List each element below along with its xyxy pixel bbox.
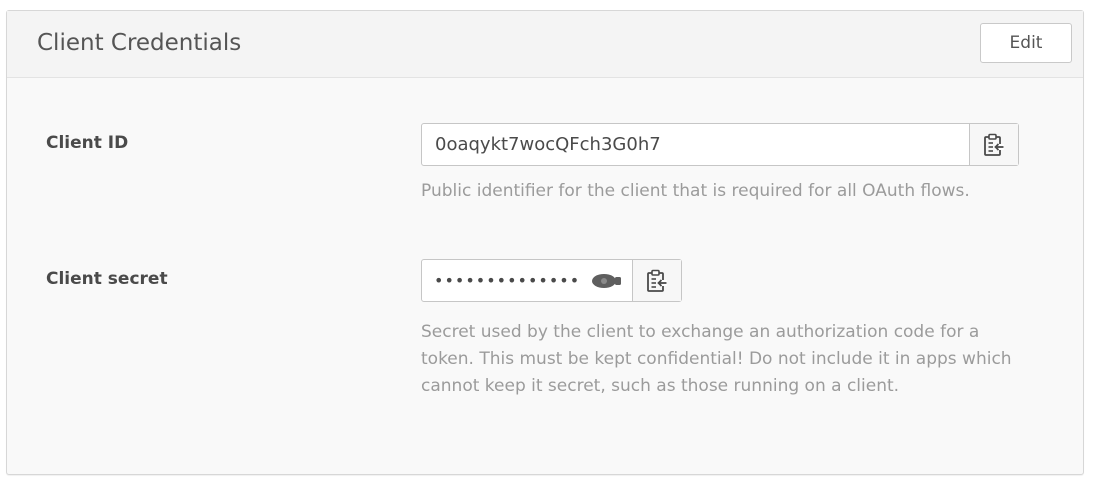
client-secret-help-line: token. This must be kept confidential! D… bbox=[421, 349, 1012, 369]
client-secret-field bbox=[421, 259, 682, 302]
copy-client-id-button[interactable] bbox=[969, 124, 1018, 165]
clipboard-copy-icon bbox=[984, 133, 1004, 156]
panel-title: Client Credentials bbox=[37, 30, 242, 56]
client-id-help: Public identifier for the client that is… bbox=[421, 181, 970, 201]
client-id-input[interactable] bbox=[422, 124, 970, 165]
client-secret-help-line: cannot keep it secret, such as those run… bbox=[421, 376, 900, 396]
client-credentials-panel: Client Credentials Edit bbox=[6, 10, 1084, 475]
panel-header: Client Credentials Edit bbox=[7, 11, 1083, 78]
copy-client-secret-button[interactable] bbox=[632, 260, 681, 301]
client-secret-help: Secret used by the client to exchange an… bbox=[421, 319, 1012, 400]
clipboard-copy-icon bbox=[647, 269, 667, 292]
client-secret-label: Client secret bbox=[46, 269, 168, 289]
client-id-label: Client ID bbox=[46, 133, 129, 153]
eye-icon[interactable] bbox=[588, 273, 624, 289]
client-secret-help-line: Secret used by the client to exchange an… bbox=[421, 322, 980, 342]
edit-button[interactable]: Edit bbox=[980, 23, 1072, 63]
client-id-field bbox=[421, 123, 1019, 166]
